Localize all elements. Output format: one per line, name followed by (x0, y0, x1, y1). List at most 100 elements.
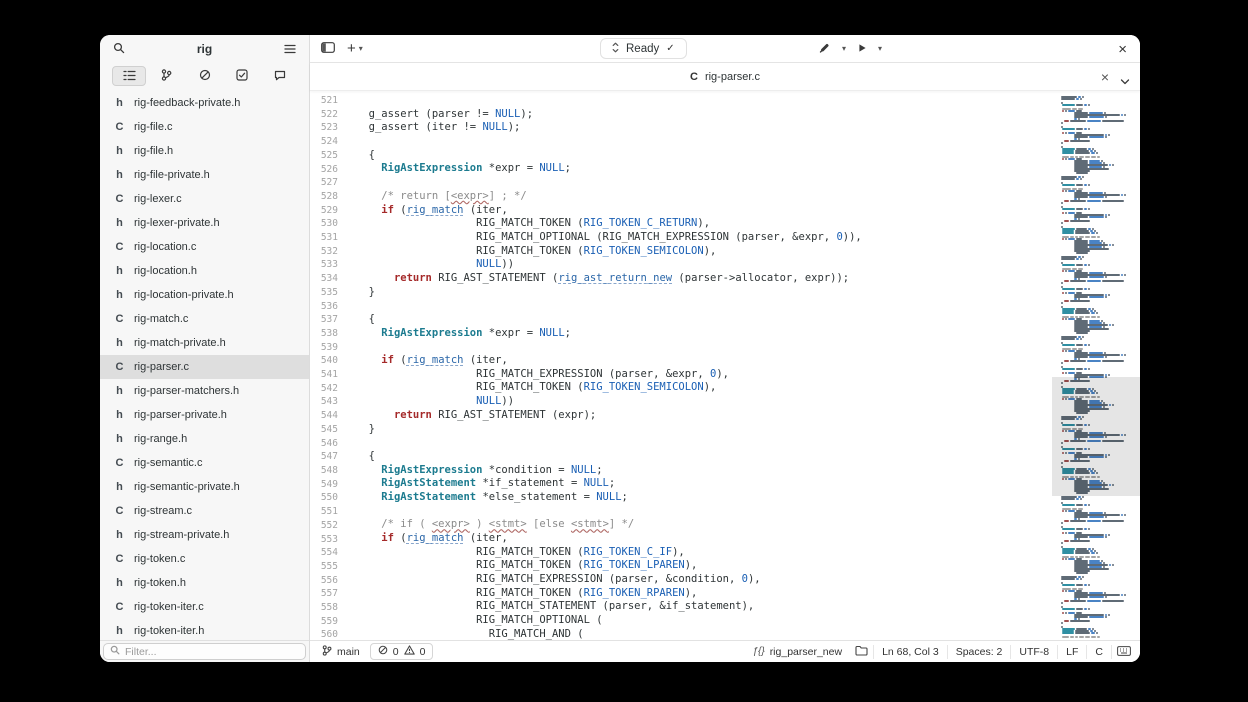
file-row[interactable]: Crig-stream.c (100, 499, 309, 523)
code-line: RigAstExpression *condition = NULL; (356, 464, 1052, 478)
build-button[interactable] (813, 38, 836, 60)
code-line: NULL)) (356, 395, 1052, 409)
headerbar: + ▾ Ready ✓ ▾ ▾ (310, 35, 1140, 63)
keyboard-button[interactable] (1112, 641, 1136, 662)
code-content[interactable]: g_assert (parser != NULL); g_assert (ite… (346, 91, 1052, 640)
minimap[interactable] (1052, 91, 1140, 640)
diagnostics-button[interactable]: 0 0 (370, 643, 434, 660)
build-options-button[interactable]: ▾ (837, 42, 851, 56)
cursor-position-button[interactable]: Ln 68, Col 3 (874, 641, 947, 662)
code-line: RIG_MATCH_TOKEN (RIG_TOKEN_C_IF), (356, 546, 1052, 560)
search-button[interactable] (108, 39, 130, 60)
file-row[interactable]: hrig-stream-private.h (100, 523, 309, 547)
file-type-icon: h (114, 145, 125, 157)
chevron-down-icon: ▾ (359, 45, 363, 53)
file-name: rig-token.c (134, 553, 185, 565)
file-row[interactable]: Crig-lexer.c (100, 187, 309, 211)
file-row[interactable]: Crig-token.c (100, 547, 309, 571)
open-pages-button[interactable] (1115, 70, 1135, 91)
run-button[interactable] (852, 38, 872, 59)
menu-button[interactable] (279, 39, 301, 60)
code-line: RIG_MATCH_AND ( (356, 628, 1052, 640)
document-tab[interactable]: C rig-parser.c (690, 71, 760, 83)
file-row[interactable]: hrig-lexer-private.h (100, 211, 309, 235)
new-document-button[interactable]: + ▾ (342, 38, 368, 59)
project-tree-panel-button[interactable] (112, 66, 146, 86)
code-editor[interactable]: 5215225235245255265275285295305315325335… (310, 91, 1140, 640)
minimap-viewport[interactable] (1052, 377, 1140, 496)
file-name: rig-parser-private.h (134, 409, 227, 421)
code-line: RIG_MATCH_TOKEN (RIG_TOKEN_LPAREN), (356, 559, 1052, 573)
build-status-button[interactable]: Ready ✓ (600, 38, 687, 59)
check-square-icon (236, 69, 248, 84)
hammer-icon (818, 41, 831, 57)
file-row[interactable]: Crig-location.c (100, 235, 309, 259)
warning-icon (404, 645, 415, 658)
line-ending-button[interactable]: LF (1058, 641, 1086, 662)
file-name: rig-location.c (134, 241, 196, 253)
indentation-button[interactable]: Spaces: 2 (948, 641, 1011, 662)
file-name: rig-file-private.h (134, 169, 210, 181)
file-type-icon: h (114, 97, 125, 109)
code-line: RigAstExpression *expr = NULL; (356, 327, 1052, 341)
tab-title: rig-parser.c (705, 71, 760, 83)
branch-indicator[interactable]: main (314, 641, 368, 662)
code-line (356, 135, 1052, 149)
file-type-icon: C (114, 553, 125, 565)
code-line: RIG_MATCH_EXPRESSION (parser, &expr, 0), (356, 368, 1052, 382)
file-row[interactable]: Crig-semantic.c (100, 451, 309, 475)
file-row[interactable]: hrig-match-private.h (100, 331, 309, 355)
file-row[interactable]: Crig-file.c (100, 115, 309, 139)
file-name: rig-token.h (134, 577, 186, 589)
file-name: rig-lexer-private.h (134, 217, 220, 229)
file-row[interactable]: hrig-range.h (100, 427, 309, 451)
file-type-icon: C (114, 193, 125, 205)
run-options-button[interactable]: ▾ (873, 42, 887, 56)
diagnostics-panel-button[interactable] (188, 66, 222, 86)
build-controls: ▾ ▾ (813, 35, 887, 62)
file-type-icon: h (114, 289, 125, 301)
file-type-icon: C (114, 457, 125, 469)
file-row[interactable]: hrig-feedback-private.h (100, 91, 309, 115)
toggle-sidebar-button[interactable] (316, 38, 340, 59)
git-branch-icon (161, 69, 172, 84)
close-window-button[interactable]: × (1113, 39, 1132, 60)
file-name: rig-match.c (134, 313, 188, 325)
file-row[interactable]: hrig-parser-matchers.h (100, 379, 309, 403)
file-row[interactable]: Crig-parser.c (100, 355, 309, 379)
branch-name: main (337, 646, 360, 658)
cursor-position: Ln 68, Col 3 (882, 646, 939, 658)
project-folder-button[interactable] (850, 641, 873, 662)
file-row[interactable]: hrig-location.h (100, 259, 309, 283)
file-row[interactable]: hrig-parser-private.h (100, 403, 309, 427)
close-tab-button[interactable]: × (1096, 67, 1114, 87)
file-name: rig-token-iter.c (134, 601, 204, 613)
file-row[interactable]: hrig-file-private.h (100, 163, 309, 187)
symbol-indicator[interactable]: ƒ{} rig_parser_new (744, 641, 850, 662)
chevron-down-icon (1120, 73, 1130, 88)
filter-input[interactable]: Filter... (103, 643, 306, 660)
file-row[interactable]: hrig-semantic-private.h (100, 475, 309, 499)
chat-panel-button[interactable] (263, 66, 297, 86)
file-row[interactable]: hrig-location-private.h (100, 283, 309, 307)
symbol-name: rig_parser_new (770, 646, 842, 658)
vcs-panel-button[interactable] (150, 66, 184, 86)
git-branch-icon (322, 645, 332, 659)
file-row[interactable]: Crig-token-iter.c (100, 595, 309, 619)
file-row[interactable]: h rig-file.h (100, 139, 309, 163)
todo-panel-button[interactable] (225, 66, 259, 86)
build-status-label: Ready (626, 43, 659, 55)
file-name: rig-stream-private.h (134, 529, 229, 541)
file-type-icon: h (114, 265, 125, 277)
file-row[interactable]: hrig-token-iter.h (100, 619, 309, 640)
language-button[interactable]: C (1087, 641, 1111, 662)
encoding-button[interactable]: UTF-8 (1011, 641, 1057, 662)
file-row[interactable]: hrig-token.h (100, 571, 309, 595)
file-row[interactable]: Crig-match.c (100, 307, 309, 331)
code-line: RIG_MATCH_STATEMENT (parser, &if_stateme… (356, 600, 1052, 614)
file-type-icon: C (114, 505, 125, 517)
file-name: rig-token-iter.h (134, 625, 204, 637)
sidebar-header: rig (100, 35, 309, 63)
file-name: rig-file.h (134, 145, 173, 157)
code-line: NULL)) (356, 258, 1052, 272)
